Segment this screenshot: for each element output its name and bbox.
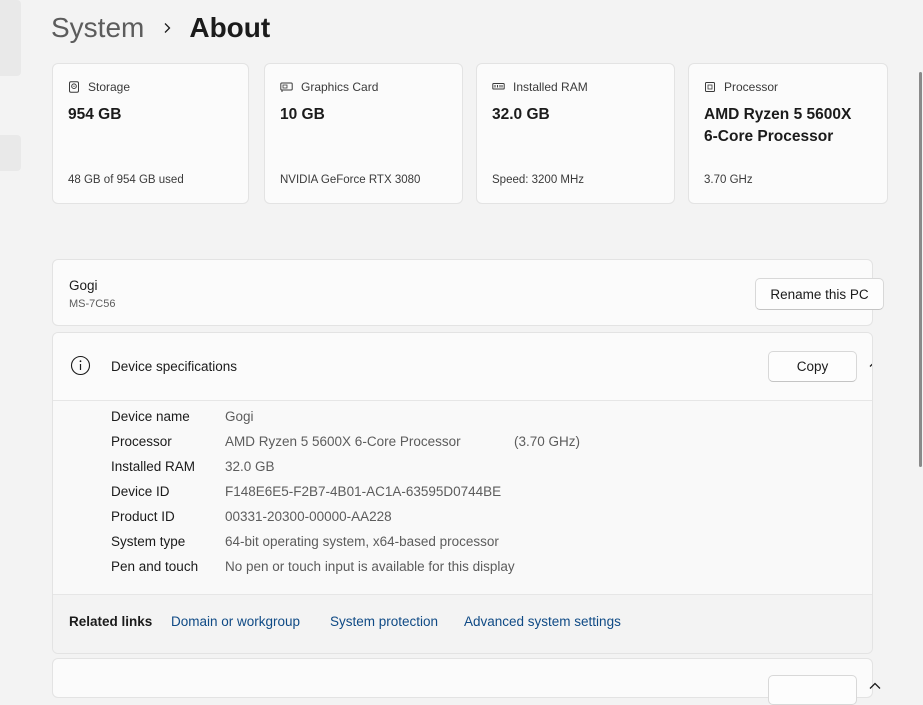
graphics-card-icon: [280, 82, 293, 92]
spec-value: AMD Ryzen 5 5600X 6-Core Processor: [225, 434, 461, 449]
domain-or-workgroup-link[interactable]: Domain or workgroup: [171, 614, 300, 629]
spec-value: 64-bit operating system, x64-based proce…: [225, 534, 499, 549]
device-specifications-header[interactable]: Device specifications Copy: [53, 333, 872, 401]
related-links-bar: Related links Domain or workgroup System…: [53, 594, 872, 653]
storage-card-label: Storage: [88, 80, 131, 94]
spec-label: Pen and touch: [111, 559, 199, 574]
graphics-card-card: Graphics Card 10 GB NVIDIA GeForce RTX 3…: [264, 63, 463, 204]
processor-card-label: Processor: [724, 80, 779, 94]
nav-pane-edge: [0, 0, 21, 76]
storage-card-value: 954 GB: [68, 106, 122, 123]
chevron-up-icon[interactable]: [868, 359, 873, 369]
ram-card-value: 32.0 GB: [492, 106, 550, 123]
spec-processor-speed: (3.70 GHz): [514, 434, 581, 449]
page-title: About: [189, 12, 271, 43]
graphics-card-label: Graphics Card: [301, 80, 379, 94]
spec-label: Product ID: [111, 509, 175, 524]
ram-card: Installed RAM 32.0 GB Speed: 3200 MHz: [476, 63, 675, 204]
vertical-scrollbar[interactable]: [919, 72, 922, 467]
next-panel: [52, 658, 881, 705]
copy-button[interactable]: Copy: [768, 351, 857, 382]
system-protection-link[interactable]: System protection: [330, 614, 438, 629]
storage-card: Storage 954 GB 48 GB of 954 GB used: [52, 63, 249, 204]
spec-value: Gogi: [225, 409, 254, 424]
processor-card-value: AMD Ryzen 5 5600X 6-Core Processor: [704, 106, 852, 145]
spec-value: F148E6E5-F2B7-4B01-AC1A-63595D0744BE: [225, 484, 502, 499]
advanced-system-settings-link[interactable]: Advanced system settings: [464, 614, 621, 629]
processor-card-subtext: 3.70 GHz: [704, 174, 753, 186]
spec-label: Device ID: [111, 484, 170, 499]
graphics-card-subtext: NVIDIA GeForce RTX 3080: [280, 174, 421, 186]
breadcrumb: System About: [51, 8, 270, 48]
spec-value: 32.0 GB: [225, 459, 275, 474]
device-specifications-title: Device specifications: [111, 359, 238, 374]
spec-label: Device name: [111, 409, 190, 424]
related-links-label: Related links: [69, 614, 153, 629]
nav-pane-selected-item[interactable]: [0, 135, 21, 171]
processor-card: Processor AMD Ryzen 5 5600X 6-Core Proce…: [688, 63, 888, 204]
spec-label: Installed RAM: [111, 459, 196, 474]
pc-name-panel: Gogi MS-7C56 Rename this PC: [52, 259, 884, 326]
spec-label: System type: [111, 534, 186, 549]
processor-icon: [705, 82, 715, 92]
rename-pc-button[interactable]: Rename this PC: [755, 278, 884, 310]
ram-card-subtext: Speed: 3200 MHz: [492, 174, 585, 186]
chevron-right-icon: [162, 22, 172, 34]
storage-card-subtext: 48 GB of 954 GB used: [68, 174, 184, 186]
spec-label: Processor: [111, 434, 172, 449]
breadcrumb-system-link[interactable]: System: [51, 12, 144, 44]
graphics-card-value: 10 GB: [280, 106, 325, 123]
ram-card-label: Installed RAM: [513, 80, 588, 94]
spec-value: No pen or touch input is available for t…: [225, 559, 515, 574]
pc-model: MS-7C56: [69, 298, 116, 310]
device-specifications-panel: Device specifications Copy Device name G…: [52, 332, 873, 654]
info-icon: [70, 355, 91, 376]
storage-icon: [69, 81, 79, 93]
pc-name: Gogi: [69, 278, 98, 293]
chevron-up-icon[interactable]: [868, 681, 882, 691]
spec-value: 00331-20300-00000-AA228: [225, 509, 392, 524]
ram-icon: [492, 83, 505, 90]
